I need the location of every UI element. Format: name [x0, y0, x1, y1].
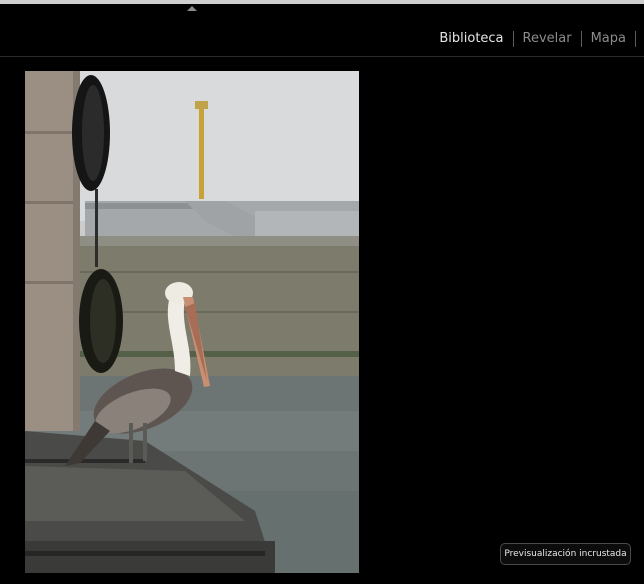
lightroom-window: Biblioteca Revelar Mapa Previsualización…	[0, 0, 644, 584]
embedded-preview-badge: Previsualización incrustada	[500, 543, 631, 565]
top-panel-edge	[0, 0, 644, 4]
photo-preview[interactable]	[25, 71, 359, 573]
triangle-up-icon[interactable]	[187, 6, 197, 11]
module-biblioteca[interactable]: Biblioteca	[439, 29, 512, 49]
module-revelar[interactable]: Revelar	[514, 29, 581, 49]
pelican-photo	[25, 71, 359, 573]
module-picker: Biblioteca Revelar Mapa	[439, 29, 636, 49]
module-mapa[interactable]: Mapa	[582, 29, 635, 49]
header-divider	[0, 56, 644, 57]
module-separator	[635, 31, 636, 47]
